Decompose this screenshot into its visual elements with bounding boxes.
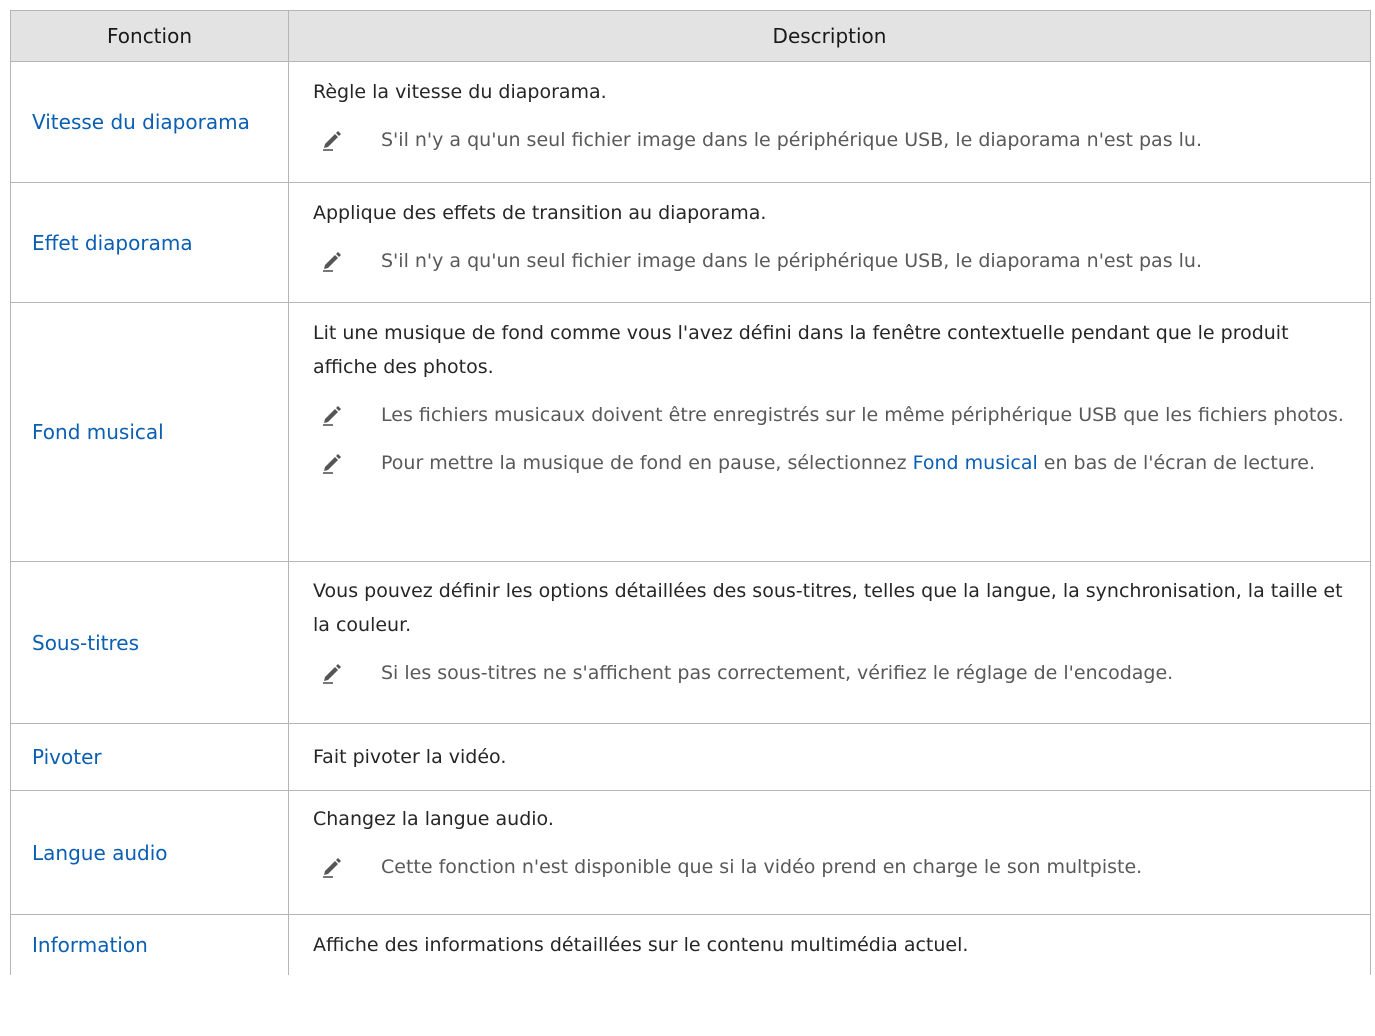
table-row: Vitesse du diaporama Règle la vitesse du…: [11, 62, 1370, 183]
note-text-before: Pour mettre la musique de fond en pause,…: [381, 452, 913, 474]
note-text: Pour mettre la musique de fond en pause,…: [349, 446, 1315, 480]
note: Cette fonction n'est disponible que si l…: [313, 850, 1348, 884]
note-text: Les fichiers musicaux doivent être enreg…: [381, 404, 1344, 426]
table-row: Information Affiche des informations dét…: [11, 915, 1370, 975]
pencil-icon: [321, 123, 349, 157]
table-row: Effet diaporama Applique des effets de t…: [11, 183, 1370, 303]
pencil-icon: [321, 244, 349, 278]
function-name: Pivoter: [11, 724, 289, 790]
pencil-icon: [321, 398, 349, 432]
fond-musical-link: Fond musical: [912, 452, 1038, 474]
function-description: Changez la langue audio. Cette fonction …: [289, 791, 1370, 914]
note: Si les sous-titres ne s'affichent pas co…: [313, 656, 1348, 690]
description-text: Règle la vitesse du diaporama.: [313, 81, 607, 103]
function-description: Applique des effets de transition au dia…: [289, 183, 1370, 302]
note: Les fichiers musicaux doivent être enreg…: [313, 398, 1348, 432]
note-text: S'il n'y a qu'un seul fichier image dans…: [381, 250, 1202, 272]
pencil-icon: [321, 446, 349, 480]
function-description: Affiche des informations détaillées sur …: [289, 915, 1370, 975]
description-text: Fait pivoter la vidéo.: [313, 746, 507, 768]
header-function: Fonction: [11, 10, 289, 62]
function-name: Langue audio: [11, 791, 289, 914]
table-header: Fonction Description: [11, 10, 1370, 62]
description-text: Changez la langue audio.: [313, 808, 554, 830]
function-description: Vous pouvez définir les options détaillé…: [289, 562, 1370, 723]
note: Pour mettre la musique de fond en pause,…: [313, 446, 1348, 480]
note-text: S'il n'y a qu'un seul fichier image dans…: [381, 129, 1202, 151]
description-text: Affiche des informations détaillées sur …: [313, 934, 969, 956]
note: S'il n'y a qu'un seul fichier image dans…: [313, 244, 1348, 278]
description-text: Applique des effets de transition au dia…: [313, 202, 767, 224]
note: S'il n'y a qu'un seul fichier image dans…: [313, 123, 1348, 157]
function-description: Fait pivoter la vidéo.: [289, 724, 1370, 790]
note-text: Cette fonction n'est disponible que si l…: [381, 856, 1143, 878]
pencil-icon: [321, 656, 349, 690]
description-text: Vous pouvez définir les options détaillé…: [313, 580, 1343, 636]
table-row: Fond musical Lit une musique de fond com…: [11, 303, 1370, 562]
table-row: Langue audio Changez la langue audio. Ce…: [11, 791, 1370, 915]
function-name: Effet diaporama: [11, 183, 289, 302]
options-table: Fonction Description Vitesse du diaporam…: [10, 10, 1371, 975]
header-description: Description: [772, 24, 887, 48]
function-name: Sous-titres: [11, 562, 289, 723]
function-description: Règle la vitesse du diaporama. S'il n'y …: [289, 62, 1370, 182]
function-name: Vitesse du diaporama: [11, 62, 289, 182]
description-text: Lit une musique de fond comme vous l'ave…: [313, 322, 1289, 378]
table-row: Pivoter Fait pivoter la vidéo.: [11, 724, 1370, 791]
table-row: Sous-titres Vous pouvez définir les opti…: [11, 562, 1370, 724]
function-name: Information: [11, 915, 289, 975]
function-description: Lit une musique de fond comme vous l'ave…: [289, 303, 1370, 561]
function-name: Fond musical: [11, 303, 289, 561]
pencil-icon: [321, 850, 349, 884]
note-text-after: en bas de l'écran de lecture.: [1037, 452, 1315, 474]
note-text: Si les sous-titres ne s'affichent pas co…: [381, 662, 1174, 684]
